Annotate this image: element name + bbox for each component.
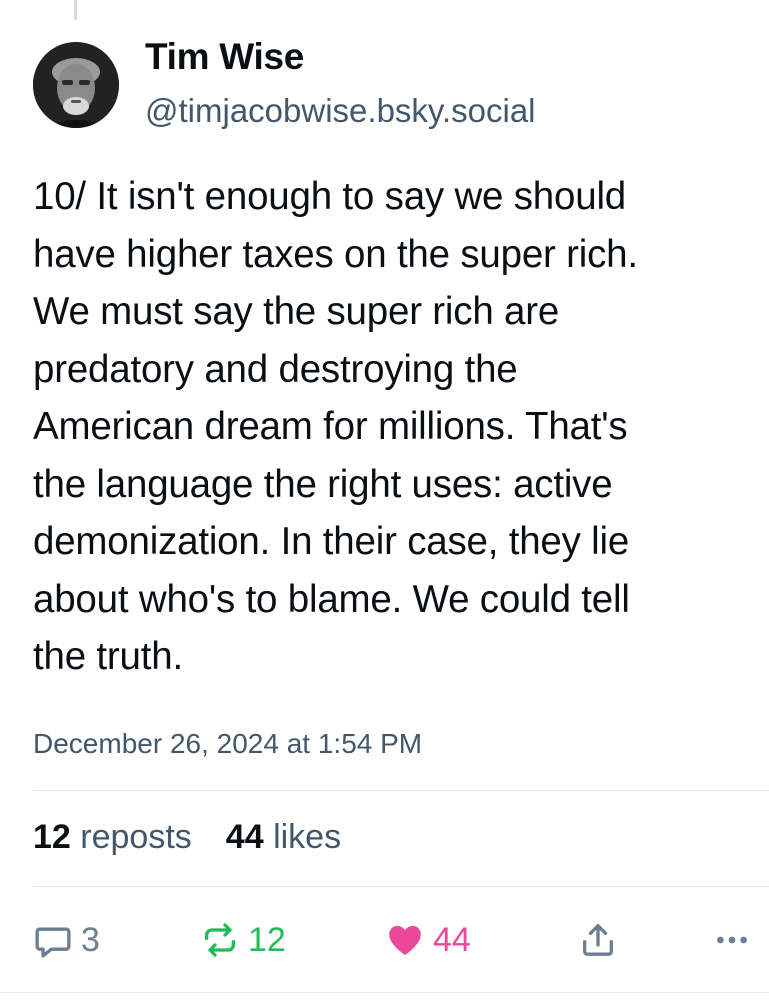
author-handle[interactable]: @timjacobwise.bsky.social [145, 92, 536, 130]
reply-button[interactable]: 3 [33, 912, 100, 968]
share-button[interactable] [578, 912, 618, 968]
reply-count: 3 [81, 920, 100, 959]
likes-stat-count: 44 [225, 818, 264, 856]
heart-icon [389, 925, 421, 955]
thread-connector-line [74, 0, 77, 20]
divider-bottom [33, 886, 769, 887]
reply-bubble-icon [35, 927, 71, 958]
repost-button[interactable]: 12 [200, 912, 286, 968]
action-bar: 3 12 44 [0, 912, 769, 968]
more-dots-icon [717, 936, 747, 944]
post-body-text: 10/ It isn't enough to say we should hav… [33, 175, 638, 678]
reposts-stat-count: 12 [33, 818, 71, 856]
avatar-image [33, 42, 119, 128]
share-icon [583, 924, 613, 956]
avatar[interactable] [33, 42, 119, 128]
repost-count: 12 [248, 920, 286, 959]
engagement-stats: 12 reposts 44 likes [33, 818, 341, 857]
divider-top [33, 790, 769, 791]
more-options-button[interactable] [712, 912, 752, 968]
repost-arrows-icon [205, 923, 235, 957]
reposts-stat[interactable]: 12 reposts [33, 818, 192, 857]
likes-stat-label: likes [273, 818, 342, 856]
author-display-name[interactable]: Tim Wise [145, 36, 304, 78]
like-button[interactable]: 44 [385, 912, 471, 968]
likes-stat[interactable]: 44 likes [226, 818, 341, 857]
bottom-divider [0, 992, 769, 993]
reposts-stat-label: reposts [80, 818, 192, 856]
post-timestamp: December 26, 2024 at 1:54 PM [33, 728, 423, 759]
like-count: 44 [433, 920, 471, 959]
